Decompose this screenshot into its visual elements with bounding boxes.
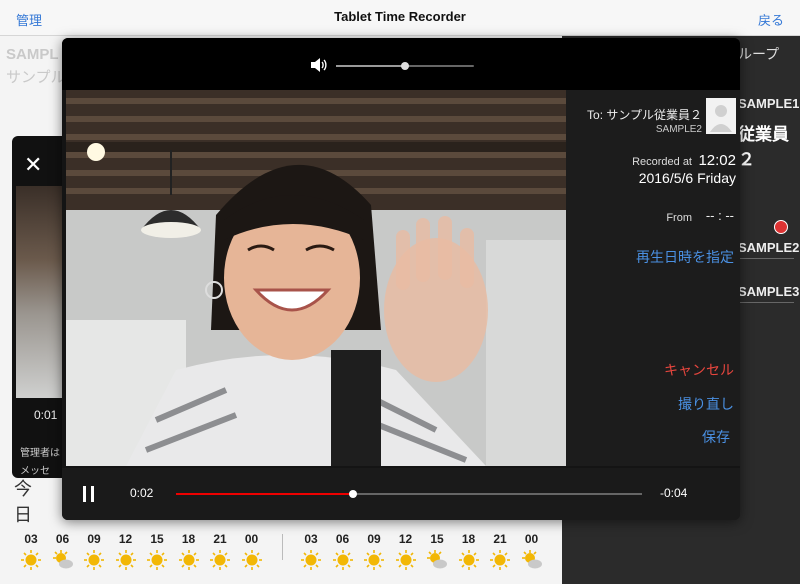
weather-slot: 00: [517, 532, 547, 571]
sun-icon: [300, 549, 322, 571]
weather-hour: 09: [367, 532, 381, 546]
weather-hour: 00: [524, 532, 539, 546]
navigation-bar: 管理 Tablet Time Recorder 戻る: [0, 0, 800, 36]
sun-icon: [489, 549, 511, 571]
weather-hour: 09: [87, 532, 101, 546]
today-char: 今: [14, 479, 32, 499]
weather-hour: 12: [118, 532, 133, 546]
sun-icon: [209, 549, 231, 571]
weather-slot: 09: [79, 532, 109, 571]
recipient-id: SAMPLE2: [655, 124, 702, 135]
sun-icon: [458, 549, 480, 571]
weather-slot: 06: [328, 532, 358, 571]
sun-icon: [178, 549, 200, 571]
divider: [738, 258, 794, 259]
partly-cloudy-icon: [52, 549, 74, 571]
volume-slider-fill: [336, 65, 405, 67]
today-label: 今 日: [14, 476, 32, 528]
background-sample-label: SAMPL: [6, 46, 59, 63]
weather-hour: 03: [24, 532, 38, 546]
group-label: ループ: [738, 46, 780, 62]
set-playback-time-button[interactable]: 再生日時を指定: [636, 247, 734, 267]
previous-message-line2: メッセ: [20, 466, 50, 477]
recipient-label: To: サンプル従業員２: [587, 108, 702, 122]
weather-forecast: 03 06 09 12 15 18 21 00 03 06 09 12 15 18 21 00: [0, 526, 562, 584]
employee-name: 従業員２: [738, 125, 789, 169]
seek-slider[interactable]: [176, 490, 642, 498]
weather-slot: 00: [237, 532, 267, 571]
day-divider: [282, 534, 283, 560]
employee-item-sample3[interactable]: SAMPLE3: [738, 284, 799, 299]
recorded-time: 12:02: [698, 152, 736, 169]
weather-slot: 03: [16, 532, 46, 571]
previous-time: 0:01: [34, 408, 58, 422]
recording-info-panel: To: サンプル従業員２ SAMPLE2 Recorded at 12:02 2…: [566, 90, 740, 466]
person-icon: [710, 105, 732, 132]
employee-item-sample2[interactable]: SAMPLE2: [738, 240, 799, 255]
sun-icon: [115, 549, 137, 571]
weather-slot: 09: [359, 532, 389, 571]
volume-row: [62, 38, 740, 90]
employee-item-sample1[interactable]: SAMPLE1: [738, 96, 799, 111]
weather-slot: 21: [485, 532, 515, 571]
sun-icon: [395, 549, 417, 571]
volume-slider[interactable]: [336, 62, 474, 70]
weather-slot: 21: [205, 532, 235, 571]
from-label: From: [666, 212, 692, 224]
weather-hour: 03: [304, 532, 318, 546]
video-frame: [66, 90, 566, 466]
volume-slider-handle[interactable]: [401, 62, 409, 70]
seek-slider-fill: [176, 493, 354, 495]
weather-hour: 18: [181, 532, 196, 546]
partly-cloudy-icon: [426, 549, 448, 571]
back-button[interactable]: 戻る: [758, 10, 784, 29]
weather-slot: 18: [174, 532, 204, 571]
weather-hour: 18: [461, 532, 476, 546]
sun-icon: [241, 549, 263, 571]
weather-slot: 18: [454, 532, 484, 571]
weather-slot: 12: [111, 532, 141, 571]
sun-icon: [363, 549, 385, 571]
weather-hour: 15: [430, 532, 444, 546]
seek-slider-handle[interactable]: [349, 490, 358, 498]
record-indicator-icon: [774, 220, 788, 234]
weather-hour: 15: [150, 532, 164, 546]
cancel-button[interactable]: キャンセル: [664, 360, 734, 380]
weather-hour: 21: [493, 532, 507, 546]
sun-icon: [332, 549, 354, 571]
weather-hour: 06: [335, 532, 350, 546]
weather-hour: 06: [55, 532, 70, 546]
divider: [738, 302, 794, 303]
partly-cloudy-icon: [521, 549, 543, 571]
pause-icon[interactable]: [82, 486, 96, 502]
from-value: -- : --: [705, 208, 734, 223]
save-button[interactable]: 保存: [702, 427, 730, 447]
speaker-icon: [311, 58, 327, 72]
weather-slot: 06: [48, 532, 78, 571]
close-icon[interactable]: ✕: [24, 154, 42, 176]
retake-button[interactable]: 撮り直し: [678, 394, 734, 414]
video-player[interactable]: [66, 90, 566, 466]
weather-hour: 21: [213, 532, 227, 546]
weather-hour: 12: [398, 532, 413, 546]
recorded-date: 2016/5/6 Friday: [638, 170, 736, 186]
sun-icon: [83, 549, 105, 571]
sun-icon: [146, 549, 168, 571]
weather-slot: 12: [391, 532, 421, 571]
today-char: 日: [14, 505, 32, 525]
video-recording-modal: To: サンプル従業員２ SAMPLE2 Recorded at 12:02 2…: [62, 38, 740, 520]
playback-controls: 0:02 -0:04: [62, 468, 740, 520]
avatar: [706, 98, 736, 134]
background-sample-name: サンプル: [6, 69, 66, 86]
weather-slot: 15: [142, 532, 172, 571]
weather-slot: 03: [296, 532, 326, 571]
app-title: Tablet Time Recorder: [334, 9, 466, 24]
recorded-at-label: Recorded at: [632, 156, 692, 168]
previous-message-line1: 管理者は: [20, 448, 60, 459]
remaining-time: -0:04: [660, 486, 688, 500]
sun-icon: [20, 549, 42, 571]
weather-slot: 15: [422, 532, 452, 571]
current-time: 0:02: [130, 486, 154, 500]
weather-hour: 00: [244, 532, 259, 546]
